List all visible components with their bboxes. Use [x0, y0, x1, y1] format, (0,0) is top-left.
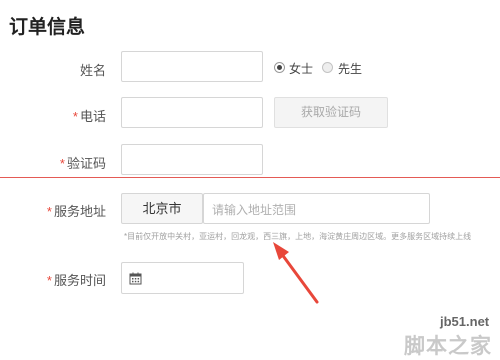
watermark-brand: 脚本之家	[404, 335, 492, 358]
annotation-arrow	[273, 242, 319, 304]
watermark-site: jb51.net	[440, 314, 490, 329]
